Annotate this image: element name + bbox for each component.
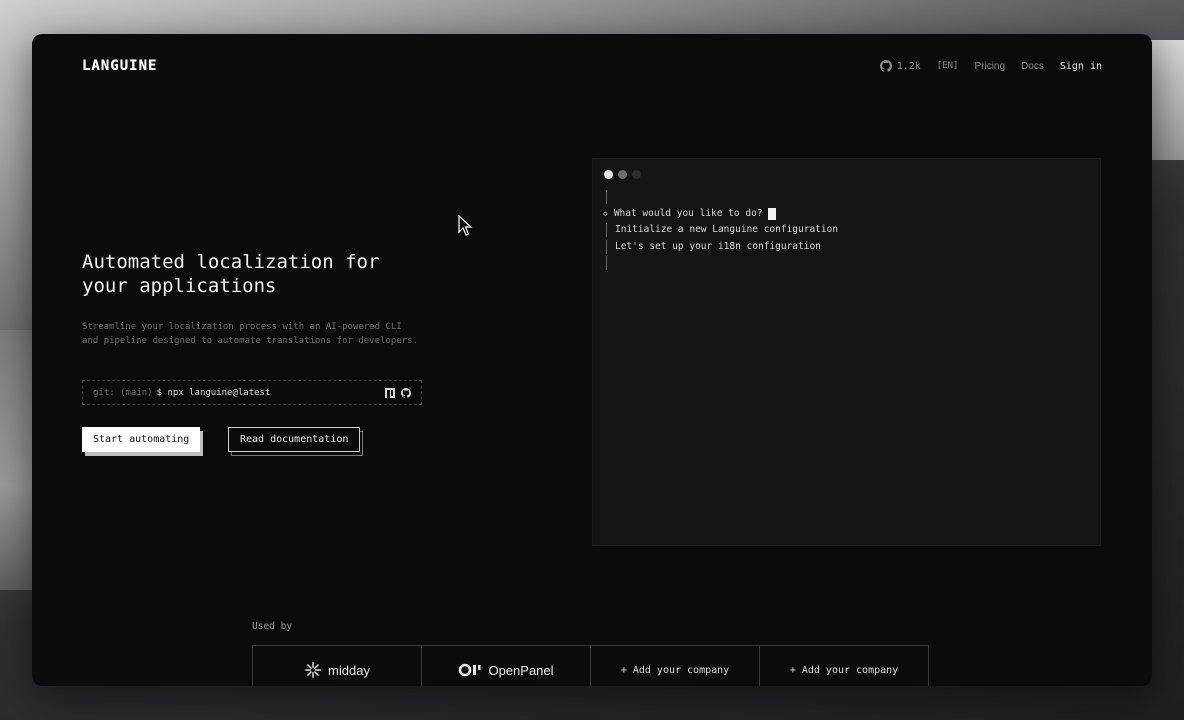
npm-icon[interactable]: [385, 387, 395, 398]
start-automating-button[interactable]: Start automating: [82, 427, 201, 452]
dot-icon: [618, 170, 627, 179]
terminal-line: [603, 255, 838, 272]
cli-command-box[interactable]: git: (main) $ npx languine@latest: [82, 380, 422, 405]
hero-title: Automated localization for your applicat…: [82, 251, 380, 297]
nav-pricing[interactable]: Pricing: [974, 61, 1005, 72]
guide-bar: [606, 223, 607, 238]
languine-logo[interactable]: LANGUINE: [82, 58, 157, 74]
terminal-question: What would you like to do?: [613, 207, 763, 219]
terminal-output: ◇ What would you like to do? Initialize …: [603, 189, 838, 272]
guide-bar: [606, 239, 607, 254]
terminal-option-2: Let's set up your i18n configuration: [615, 240, 821, 252]
github-stars-link[interactable]: 1.2k: [879, 60, 921, 72]
terminal-demo: ◇ What would you like to do? Initialize …: [592, 158, 1101, 546]
nav-docs[interactable]: Docs: [1021, 61, 1044, 72]
guide-bar: [606, 256, 607, 271]
company-logos: midday OpenPanel + Add your company + Ad…: [252, 645, 929, 686]
github-icon: [879, 60, 892, 72]
terminal-line: Initialize a new Languine configuration: [603, 222, 838, 239]
start-automating-wrapper: Start automating: [82, 427, 204, 456]
company-midday[interactable]: midday: [252, 645, 422, 686]
read-documentation-button[interactable]: Read documentation: [228, 427, 361, 452]
github-icon[interactable]: [401, 387, 411, 398]
github-stars-count: 1.2k: [896, 60, 921, 72]
dot-icon: [604, 170, 613, 179]
add-company-button[interactable]: + Add your company: [590, 645, 760, 686]
company-name: OpenPanel: [488, 662, 554, 678]
terminal-option-1: Initialize a new Languine configuration: [615, 224, 839, 235]
nav-links: 1.2k [EN] Pricing Docs Sign in: [879, 60, 1102, 72]
terminal-line: Let's set up your i18n configuration: [603, 239, 838, 256]
hero-subtitle: Streamline your localization process wit…: [82, 322, 418, 346]
dot-icon: [632, 170, 641, 179]
terminal-line: [603, 189, 838, 206]
guide-bar: [606, 190, 607, 205]
company-name: midday: [328, 662, 370, 678]
cli-icons: [385, 387, 411, 398]
top-nav: LANGUINE 1.2k [EN] Pricing Docs Sign in: [32, 34, 1152, 100]
add-company-label: + Add your company: [620, 664, 730, 676]
diamond-icon: ◇: [603, 208, 608, 218]
cli-prompt: git: (main): [93, 387, 153, 398]
used-by-label: Used by: [252, 621, 293, 632]
terminal-line: ◇ What would you like to do?: [603, 206, 838, 223]
text-cursor: [767, 207, 776, 220]
read-documentation-wrapper: Read documentation: [228, 427, 364, 456]
company-openpanel[interactable]: OpenPanel: [421, 645, 591, 686]
midday-logo-icon: [305, 662, 321, 678]
mouse-cursor-icon: [458, 215, 473, 236]
cli-command: $ npx languine@latest: [156, 387, 271, 398]
sign-in-link[interactable]: Sign in: [1060, 61, 1102, 72]
add-company-label: + Add your company: [789, 664, 899, 676]
openpanel-logo-icon: [459, 663, 481, 677]
add-company-button[interactable]: + Add your company: [759, 645, 929, 686]
browser-window: LANGUINE 1.2k [EN] Pricing Docs Sign in …: [32, 34, 1152, 686]
language-switcher[interactable]: [EN]: [937, 61, 959, 71]
window-dots: [604, 170, 641, 179]
